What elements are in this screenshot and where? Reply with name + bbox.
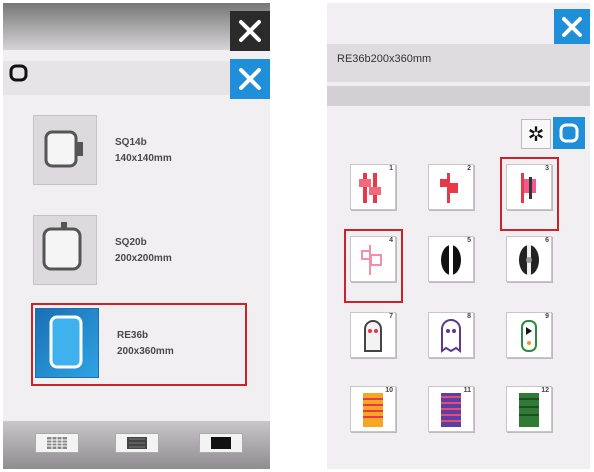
hoop-frame-icon <box>42 222 82 271</box>
design-tile-3[interactable]: 3 <box>506 164 552 210</box>
hoop-frame-icon <box>559 123 579 143</box>
hoop-option-sq14b[interactable]: SQ14b 140x140mm <box>33 115 243 185</box>
design-number: 7 <box>389 313 393 320</box>
design-number: 12 <box>541 387 549 394</box>
close-icon <box>239 68 261 90</box>
hoop-thumbnail <box>35 308 99 378</box>
design-tile-10[interactable]: 10 <box>350 386 396 432</box>
design-number: 6 <box>545 237 549 244</box>
design-tile-2[interactable]: 2 <box>428 164 474 210</box>
stitch-pattern-button-3[interactable] <box>199 433 243 453</box>
hoop-size: 200x360mm <box>117 346 174 357</box>
design-tile-6[interactable]: 6 <box>506 236 552 282</box>
design-number: 9 <box>545 313 549 320</box>
hoop-label: SQ14b 140x140mm <box>115 135 172 167</box>
stitch-pattern-button-1[interactable] <box>35 433 79 453</box>
hoop-option-sq20b[interactable]: SQ20b 200x200mm <box>33 215 243 285</box>
hoop-frame-icon <box>49 315 83 369</box>
hoop-name: SQ20b <box>115 237 147 248</box>
design-select-panel: RE36b200x360mm ✲ 1 2 3 4 5 6 7 8 9 10 11 12 <box>327 3 590 469</box>
sub-header-bar <box>327 86 590 106</box>
stitch-pattern-icon <box>211 437 231 449</box>
design-tile-5[interactable]: 5 <box>428 236 474 282</box>
hoop-size: 140x140mm <box>115 153 172 164</box>
hoop-view-button[interactable] <box>553 117 585 149</box>
design-number: 2 <box>467 165 471 172</box>
close-icon <box>239 20 261 42</box>
stitch-pattern-button-2[interactable] <box>115 433 159 453</box>
design-number: 8 <box>467 313 471 320</box>
design-tile-12[interactable]: 12 <box>506 386 552 432</box>
stitch-pattern-icon <box>127 437 147 449</box>
design-tile-11[interactable]: 11 <box>428 386 474 432</box>
design-tile-9[interactable]: 9 <box>506 312 552 358</box>
hoop-title: RE36b200x360mm <box>337 53 432 65</box>
hoop-option-re36b[interactable]: RE36b 200x360mm <box>35 308 245 378</box>
settings-gear-icon: ✲ <box>527 123 545 146</box>
hoop-select-panel: SQ14b 140x140mm SQ20b 200x200mm RE36b 20… <box>3 3 270 469</box>
hoop-size: 200x200mm <box>115 253 172 264</box>
stitch-pattern-icon <box>47 437 67 449</box>
hoop-thumbnail <box>33 115 97 185</box>
design-number: 10 <box>385 387 393 394</box>
design-tile-7[interactable]: 7 <box>350 312 396 358</box>
hoop-name: RE36b <box>117 330 149 341</box>
design-number: 11 <box>463 387 471 394</box>
settings-button[interactable]: ✲ <box>521 119 551 149</box>
close-button[interactable] <box>230 59 270 99</box>
design-number: 1 <box>389 165 393 172</box>
design-tile-4[interactable]: 4 <box>350 236 396 282</box>
design-number: 3 <box>545 165 549 172</box>
design-number: 4 <box>389 237 393 244</box>
design-number: 5 <box>467 237 471 244</box>
close-button[interactable] <box>554 9 590 45</box>
design-tile-8[interactable]: 8 <box>428 312 474 358</box>
hoop-frame-icon <box>44 130 83 168</box>
design-tile-1[interactable]: 1 <box>350 164 396 210</box>
hoop-thumbnail <box>33 215 97 285</box>
hoop-frame-icon <box>9 64 28 82</box>
close-button-dark[interactable] <box>230 11 270 51</box>
hoop-label: SQ20b 200x200mm <box>115 235 172 267</box>
hoop-label: RE36b 200x360mm <box>117 328 174 360</box>
close-icon <box>562 17 582 37</box>
hoop-name: SQ14b <box>115 137 147 148</box>
